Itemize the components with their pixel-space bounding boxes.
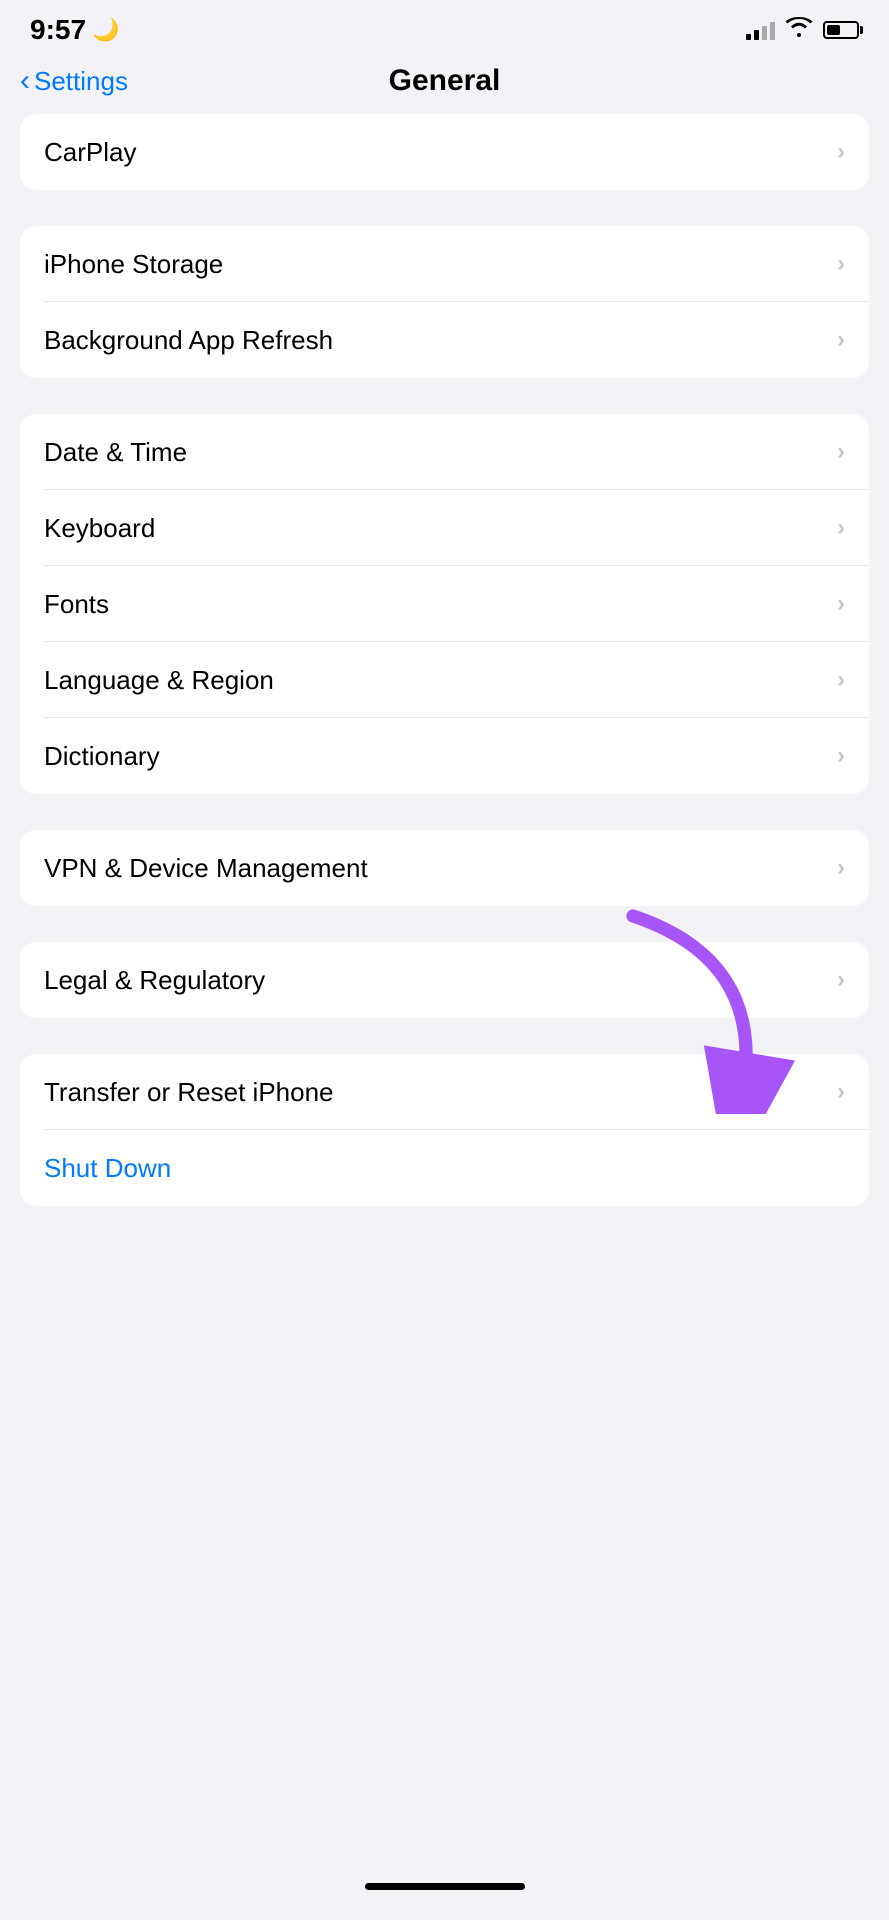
- vpn-group: VPN & Device Management ›: [20, 830, 869, 906]
- battery-fill: [827, 25, 840, 35]
- back-label: Settings: [34, 66, 128, 97]
- status-time: 9:57 🌙: [30, 14, 119, 46]
- date-time-chevron-icon: ›: [837, 438, 845, 466]
- legal-group: Legal & Regulatory ›: [20, 942, 869, 1018]
- signal-bar-2: [754, 30, 759, 40]
- background-app-refresh-label: Background App Refresh: [44, 325, 333, 356]
- wifi-icon: [785, 17, 813, 43]
- content-area: CarPlay › iPhone Storage › Background Ap…: [0, 114, 889, 1242]
- date-time-row[interactable]: Date & Time ›: [20, 414, 869, 490]
- locale-group: Date & Time › Keyboard › Fonts › Languag…: [20, 414, 869, 794]
- language-region-chevron-icon: ›: [837, 666, 845, 694]
- language-region-label: Language & Region: [44, 665, 274, 696]
- battery-icon: [823, 21, 859, 39]
- back-button[interactable]: ‹ Settings: [20, 66, 128, 97]
- dictionary-label: Dictionary: [44, 741, 160, 772]
- status-icons: [746, 17, 859, 43]
- keyboard-row[interactable]: Keyboard ›: [20, 490, 869, 566]
- transfer-reset-chevron-icon: ›: [837, 1078, 845, 1106]
- iphone-storage-label: iPhone Storage: [44, 249, 223, 280]
- shutdown-row[interactable]: Shut Down: [20, 1130, 869, 1206]
- transfer-shutdown-group: Transfer or Reset iPhone › Shut Down: [20, 1054, 869, 1206]
- signal-bar-4: [770, 22, 775, 40]
- carplay-row[interactable]: CarPlay ›: [20, 114, 869, 190]
- moon-icon: 🌙: [92, 17, 119, 43]
- vpn-row[interactable]: VPN & Device Management ›: [20, 830, 869, 906]
- background-app-refresh-row[interactable]: Background App Refresh ›: [20, 302, 869, 378]
- signal-bar-1: [746, 34, 751, 40]
- dictionary-row[interactable]: Dictionary ›: [20, 718, 869, 794]
- spacer: [0, 1242, 889, 1863]
- fonts-row[interactable]: Fonts ›: [20, 566, 869, 642]
- transfer-reset-label: Transfer or Reset iPhone: [44, 1077, 334, 1108]
- storage-group: iPhone Storage › Background App Refresh …: [20, 226, 869, 378]
- back-chevron-icon: ‹: [20, 66, 30, 96]
- nav-header: ‹ Settings General: [0, 54, 889, 114]
- language-region-row[interactable]: Language & Region ›: [20, 642, 869, 718]
- carplay-group: CarPlay ›: [20, 114, 869, 190]
- vpn-chevron-icon: ›: [837, 854, 845, 882]
- legal-row[interactable]: Legal & Regulatory ›: [20, 942, 869, 1018]
- shutdown-label: Shut Down: [44, 1153, 171, 1184]
- bottom-section: Transfer or Reset iPhone › Shut Down: [20, 1054, 869, 1206]
- legal-chevron-icon: ›: [837, 966, 845, 994]
- page-title: General: [389, 64, 501, 98]
- iphone-storage-row[interactable]: iPhone Storage ›: [20, 226, 869, 302]
- time-label: 9:57: [30, 14, 86, 46]
- iphone-storage-chevron-icon: ›: [837, 250, 845, 278]
- vpn-label: VPN & Device Management: [44, 853, 368, 884]
- fonts-label: Fonts: [44, 589, 109, 620]
- signal-bar-3: [762, 26, 767, 40]
- carplay-label: CarPlay: [44, 137, 136, 168]
- legal-label: Legal & Regulatory: [44, 965, 265, 996]
- dictionary-chevron-icon: ›: [837, 742, 845, 770]
- transfer-reset-row[interactable]: Transfer or Reset iPhone ›: [20, 1054, 869, 1130]
- home-bar: [365, 1883, 525, 1890]
- carplay-chevron-icon: ›: [837, 138, 845, 166]
- fonts-chevron-icon: ›: [837, 590, 845, 618]
- signal-bars-icon: [746, 20, 775, 40]
- status-bar: 9:57 🌙: [0, 0, 889, 54]
- date-time-label: Date & Time: [44, 437, 187, 468]
- home-indicator: [0, 1863, 889, 1920]
- page-wrapper: 9:57 🌙 ‹ Sett: [0, 0, 889, 1920]
- keyboard-chevron-icon: ›: [837, 514, 845, 542]
- keyboard-label: Keyboard: [44, 513, 155, 544]
- background-app-refresh-chevron-icon: ›: [837, 326, 845, 354]
